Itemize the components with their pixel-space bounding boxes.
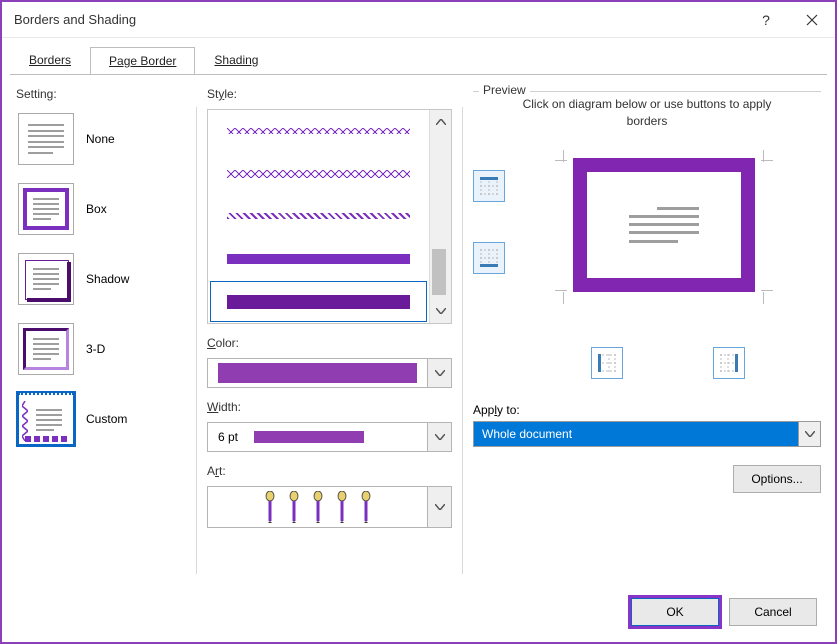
close-button[interactable] bbox=[789, 2, 835, 38]
setting-custom-label: Custom bbox=[86, 412, 127, 426]
close-icon bbox=[806, 14, 818, 26]
art-feather-icon bbox=[285, 491, 303, 523]
color-dropdown-button[interactable] bbox=[427, 359, 451, 387]
options-button[interactable]: Options... bbox=[733, 465, 821, 493]
setting-3d-label: 3-D bbox=[86, 342, 105, 356]
setting-custom[interactable]: Custom bbox=[16, 389, 186, 449]
tick-mark bbox=[763, 292, 764, 304]
scroll-thumb[interactable] bbox=[432, 249, 446, 295]
style-scrollbar[interactable] bbox=[429, 110, 451, 323]
style-thick-solid-2[interactable] bbox=[210, 281, 427, 322]
dialog-window: Borders and Shading ? Borders Page Borde… bbox=[0, 0, 837, 644]
preview-label: Preview bbox=[479, 83, 530, 97]
art-dropdown[interactable] bbox=[207, 486, 452, 528]
apply-to-value: Whole document bbox=[474, 422, 798, 446]
setting-none-label: None bbox=[86, 132, 115, 146]
style-diagonal-stripe[interactable] bbox=[210, 196, 427, 237]
setting-panel: Setting: None Box bbox=[16, 87, 186, 584]
border-bottom-icon bbox=[478, 247, 500, 269]
width-label: Width: bbox=[207, 400, 241, 414]
tick-mark bbox=[563, 292, 564, 304]
setting-shadow[interactable]: Shadow bbox=[16, 249, 186, 309]
dialog-footer: OK Cancel bbox=[2, 584, 835, 642]
width-swatch bbox=[254, 431, 364, 443]
tab-shading[interactable]: Shading bbox=[195, 46, 277, 74]
style-panel: Style: bbox=[207, 87, 452, 584]
tab-page-border[interactable]: Page Border bbox=[90, 47, 195, 75]
border-right-button[interactable] bbox=[713, 347, 745, 379]
border-top-button[interactable] bbox=[473, 170, 505, 202]
column-divider-1 bbox=[196, 107, 197, 574]
column-divider-2 bbox=[462, 107, 463, 574]
style-listbox[interactable] bbox=[207, 109, 452, 324]
setting-3d-icon bbox=[18, 323, 74, 375]
border-right-icon bbox=[718, 352, 740, 374]
apply-to-dropdown[interactable]: Whole document bbox=[473, 421, 821, 447]
border-left-button[interactable] bbox=[591, 347, 623, 379]
apply-to-label: Apply to: bbox=[473, 403, 520, 417]
style-thick-solid-1[interactable] bbox=[210, 239, 427, 280]
setting-box[interactable]: Box bbox=[16, 179, 186, 239]
style-zigzag-thick[interactable] bbox=[210, 154, 427, 195]
art-dropdown-button[interactable] bbox=[427, 487, 451, 527]
tab-divider bbox=[10, 74, 827, 75]
help-button[interactable]: ? bbox=[743, 2, 789, 38]
art-label: Art: bbox=[207, 464, 226, 478]
scroll-down-button[interactable] bbox=[430, 299, 451, 323]
color-dropdown[interactable] bbox=[207, 358, 452, 388]
border-bottom-button[interactable] bbox=[473, 242, 505, 274]
style-zigzag-thin[interactable] bbox=[210, 111, 427, 152]
art-feather-icon bbox=[309, 491, 327, 523]
tick-mark bbox=[555, 160, 567, 161]
style-label: Style: bbox=[207, 87, 237, 101]
preview-panel: Preview Click on diagram below or use bu… bbox=[473, 87, 821, 584]
window-title: Borders and Shading bbox=[14, 12, 743, 27]
border-top-icon bbox=[478, 175, 500, 197]
scroll-up-button[interactable] bbox=[430, 110, 451, 134]
setting-shadow-icon bbox=[18, 253, 74, 305]
setting-none[interactable]: None bbox=[16, 109, 186, 169]
tab-borders[interactable]: Borders bbox=[10, 46, 90, 74]
ok-button[interactable]: OK bbox=[631, 598, 719, 626]
chevron-down-icon bbox=[435, 504, 445, 510]
setting-box-icon bbox=[18, 183, 74, 235]
setting-label: Setting: bbox=[16, 87, 186, 101]
border-left-icon bbox=[596, 352, 618, 374]
setting-shadow-label: Shadow bbox=[86, 272, 129, 286]
tick-mark bbox=[761, 290, 773, 291]
art-feather-icon bbox=[333, 491, 351, 523]
setting-3d[interactable]: 3-D bbox=[16, 319, 186, 379]
page-preview[interactable] bbox=[573, 158, 755, 292]
tab-strip: Borders Page Border Shading bbox=[2, 38, 835, 74]
chevron-down-icon bbox=[435, 434, 445, 440]
width-value: 6 pt bbox=[218, 430, 238, 444]
setting-custom-icon bbox=[18, 393, 74, 445]
art-feather-icon bbox=[261, 491, 279, 523]
chevron-down-icon bbox=[805, 431, 815, 437]
tick-mark bbox=[555, 290, 567, 291]
setting-none-icon bbox=[18, 113, 74, 165]
preview-hint: Click on diagram below or use buttons to… bbox=[513, 96, 781, 130]
color-swatch bbox=[218, 363, 417, 383]
setting-box-label: Box bbox=[86, 202, 107, 216]
apply-to-dropdown-button[interactable] bbox=[798, 422, 820, 446]
chevron-up-icon bbox=[436, 119, 446, 125]
color-label: Color: bbox=[207, 336, 239, 350]
preview-canvas bbox=[473, 150, 821, 325]
titlebar: Borders and Shading ? bbox=[2, 2, 835, 38]
art-feather-icon bbox=[357, 491, 375, 523]
width-dropdown[interactable]: 6 pt bbox=[207, 422, 452, 452]
chevron-down-icon bbox=[435, 370, 445, 376]
chevron-down-icon bbox=[436, 308, 446, 314]
width-dropdown-button[interactable] bbox=[427, 423, 451, 451]
scroll-track[interactable] bbox=[432, 134, 450, 299]
tick-mark bbox=[761, 160, 773, 161]
cancel-button[interactable]: Cancel bbox=[729, 598, 817, 626]
